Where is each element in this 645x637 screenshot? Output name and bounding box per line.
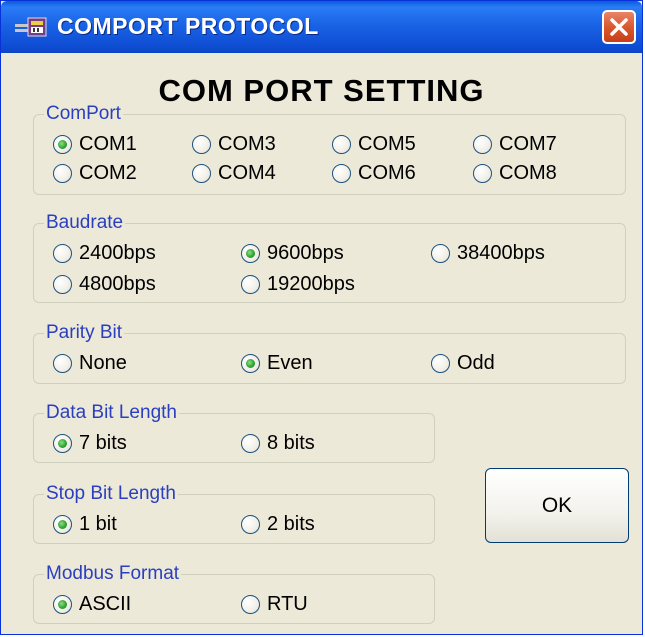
close-button[interactable] (602, 10, 636, 44)
radio-label: 9600bps (267, 241, 344, 264)
stop-bit-length-legend: Stop Bit Length (44, 483, 178, 504)
radio-com3[interactable]: COM3 (192, 132, 276, 156)
stop-bit-length-group: Stop Bit Length 1 bit 2 bits (33, 484, 435, 544)
radio-button (192, 163, 211, 183)
radio-label: 7 bits (79, 431, 127, 454)
radio-label: COM8 (499, 161, 557, 184)
radio-button (241, 433, 260, 453)
dialog-client-area: COM PORT SETTING ComPort COM1 COM3 COM5 … (5, 53, 638, 632)
title-bar[interactable]: COMPORT PROTOCOL (1, 1, 642, 53)
radio-com1[interactable]: COM1 (53, 132, 137, 156)
radio-label: 8 bits (267, 431, 315, 454)
radio-button (53, 594, 72, 614)
radio-button (241, 514, 260, 534)
radio-button (53, 134, 72, 154)
radio-19200bps[interactable]: 19200bps (241, 272, 355, 296)
radio-button (53, 243, 72, 263)
radio-button (53, 433, 72, 453)
close-icon (610, 18, 628, 36)
radio-ascii[interactable]: ASCII (53, 592, 131, 616)
radio-button (241, 274, 260, 294)
comport-legend: ComPort (44, 103, 123, 124)
modbus-format-group: Modbus Format ASCII RTU (33, 564, 435, 624)
radio-com7[interactable]: COM7 (473, 132, 557, 156)
radio-label: Even (267, 351, 313, 374)
radio-com8[interactable]: COM8 (473, 161, 557, 185)
radio-label: COM1 (79, 132, 137, 155)
radio-button (332, 163, 351, 183)
radio-button (53, 353, 72, 373)
radio-rtu[interactable]: RTU (241, 592, 308, 616)
radio-4800bps[interactable]: 4800bps (53, 272, 156, 296)
radio-button (53, 274, 72, 294)
radio-label: COM2 (79, 161, 137, 184)
radio-parity-even[interactable]: Even (241, 351, 313, 375)
data-bit-length-legend: Data Bit Length (44, 402, 179, 423)
radio-label: COM3 (218, 132, 276, 155)
data-bit-length-group: Data Bit Length 7 bits 8 bits (33, 403, 435, 463)
radio-button (241, 353, 260, 373)
radio-label: COM7 (499, 132, 557, 155)
radio-label: 38400bps (457, 241, 545, 264)
radio-button (53, 514, 72, 534)
baudrate-legend: Baudrate (44, 212, 126, 233)
radio-com2[interactable]: COM2 (53, 161, 137, 185)
radio-com4[interactable]: COM4 (192, 161, 276, 185)
radio-parity-none[interactable]: None (53, 351, 127, 375)
radio-38400bps[interactable]: 38400bps (431, 241, 545, 265)
radio-label: 4800bps (79, 272, 156, 295)
serial-port-app-icon (15, 17, 47, 37)
radio-label: COM6 (358, 161, 416, 184)
radio-7-bits[interactable]: 7 bits (53, 431, 127, 455)
radio-label: None (79, 351, 127, 374)
radio-button (241, 243, 260, 263)
comport-group: ComPort COM1 COM3 COM5 COM7 COM2 COM4 CO… (33, 104, 626, 195)
radio-label: 2 bits (267, 512, 315, 535)
radio-label: ASCII (79, 592, 132, 615)
radio-label: COM5 (358, 132, 416, 155)
radio-8-bits[interactable]: 8 bits (241, 431, 315, 455)
radio-button (192, 134, 211, 154)
radio-parity-odd[interactable]: Odd (431, 351, 495, 375)
radio-button (53, 163, 72, 183)
dialog-window: COMPORT PROTOCOL COM PORT SETTING ComPor… (0, 0, 643, 635)
radio-com6[interactable]: COM6 (332, 161, 416, 185)
radio-com5[interactable]: COM5 (332, 132, 416, 156)
parity-legend: Parity Bit (44, 322, 125, 343)
radio-label: COM4 (218, 161, 276, 184)
radio-label: RTU (267, 592, 308, 615)
radio-1-bit[interactable]: 1 bit (53, 512, 117, 536)
radio-button (431, 353, 450, 373)
radio-button (473, 163, 492, 183)
window-title: COMPORT PROTOCOL (57, 13, 319, 39)
radio-label: 2400bps (79, 241, 156, 264)
parity-group: Parity Bit None Even Odd (33, 323, 626, 384)
radio-button (241, 594, 260, 614)
radio-button (431, 243, 450, 263)
radio-2-bits[interactable]: 2 bits (241, 512, 315, 536)
radio-label: 19200bps (267, 272, 355, 295)
radio-9600bps[interactable]: 9600bps (241, 241, 344, 265)
radio-button (332, 134, 351, 154)
radio-label: Odd (457, 351, 495, 374)
radio-label: 1 bit (79, 512, 117, 535)
radio-2400bps[interactable]: 2400bps (53, 241, 156, 265)
modbus-format-legend: Modbus Format (44, 563, 182, 584)
ok-button[interactable]: OK (485, 468, 629, 543)
radio-button (473, 134, 492, 154)
baudrate-group: Baudrate 2400bps 9600bps 38400bps 4800bp… (33, 213, 626, 303)
